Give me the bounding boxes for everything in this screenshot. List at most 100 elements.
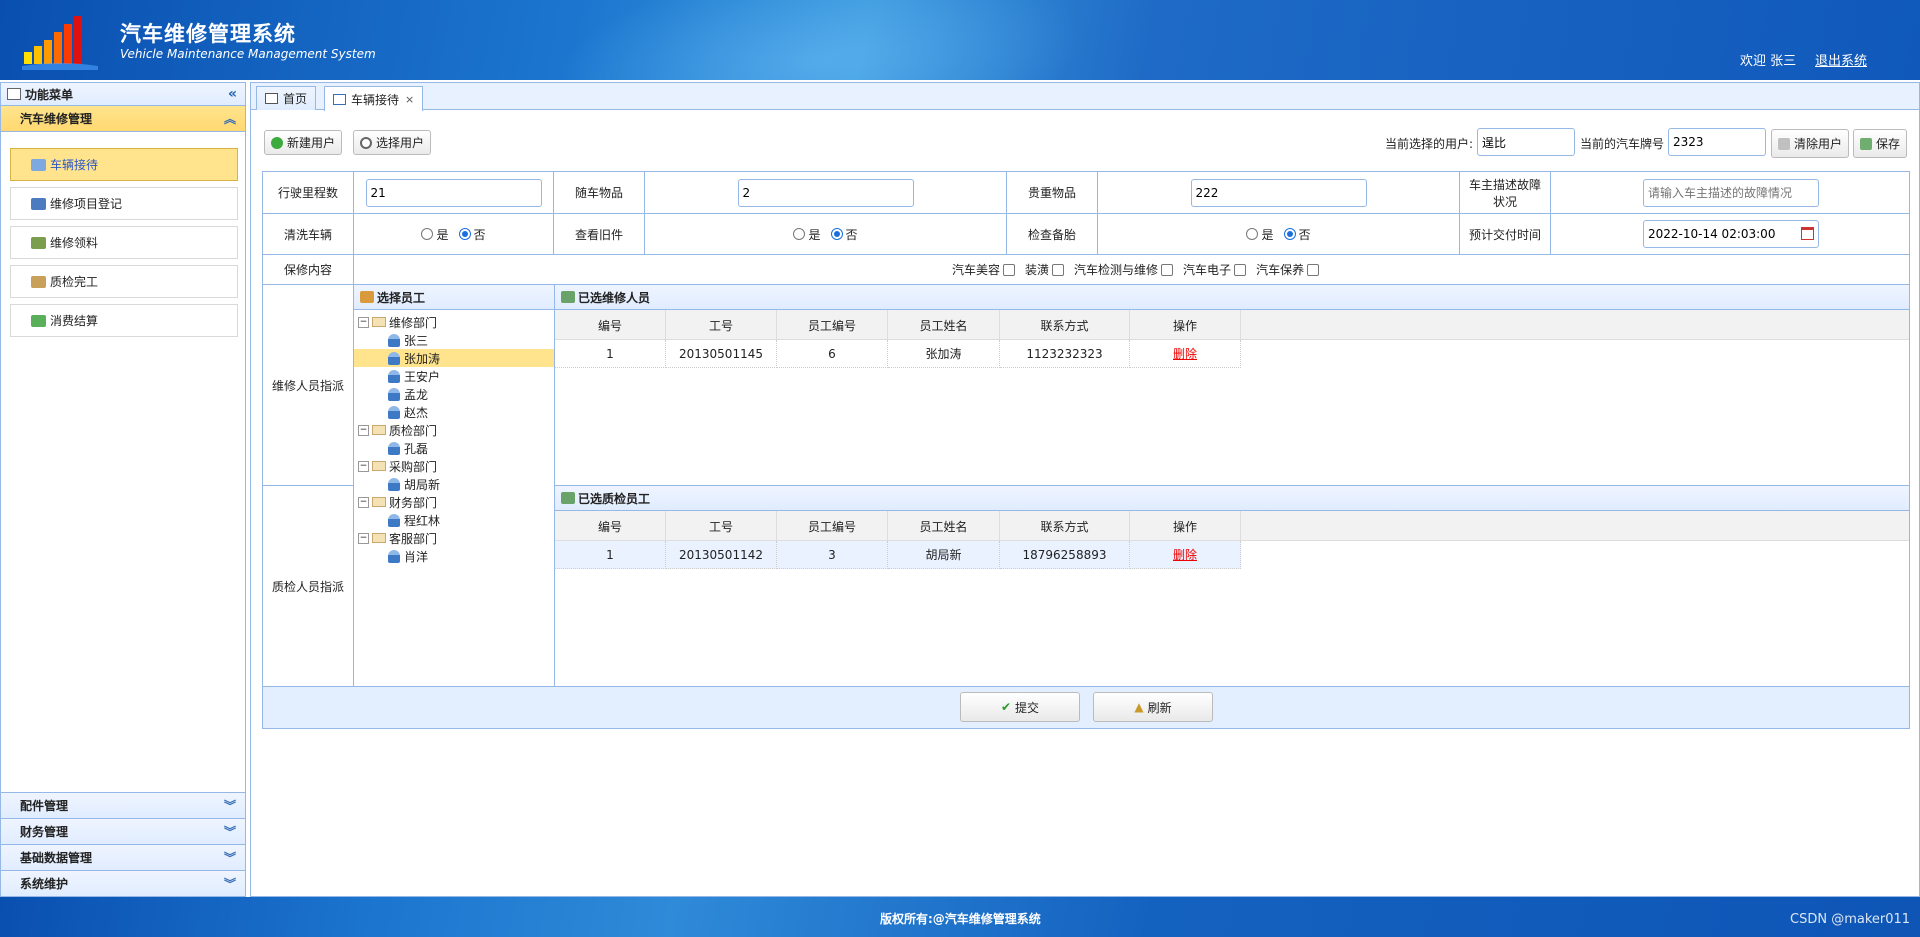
column-header[interactable]: 员工姓名 xyxy=(888,511,1000,541)
tree-title: 选择员工 xyxy=(377,290,426,305)
accordion-finance-management[interactable]: 财务管理 ︾ xyxy=(1,818,245,844)
accordion-parts-management[interactable]: 配件管理 ︾ xyxy=(1,792,245,818)
accordion-base-data-management[interactable]: 基础数据管理 ︾ xyxy=(1,844,245,870)
column-header[interactable]: 工号 xyxy=(666,310,777,340)
tree-node-person[interactable]: 孔磊 xyxy=(354,439,554,457)
sidebar-item-repair-registration[interactable]: 维修项目登记 xyxy=(10,187,238,220)
service-decoration-checkbox[interactable] xyxy=(1052,263,1065,276)
tree-node-person[interactable]: 赵杰 xyxy=(354,403,554,421)
oldparts-yes-radio[interactable] xyxy=(793,228,806,240)
new-user-button[interactable]: 新建用户 xyxy=(264,130,343,155)
service-beauty-checkbox[interactable] xyxy=(1003,263,1016,276)
service-checkbox-group: 汽车美容 装潢 汽车检测与维修 汽车电子 汽车保养 xyxy=(354,255,1909,285)
tree-toggle-icon[interactable]: − xyxy=(358,496,369,508)
chevron-down-icon[interactable]: ︾ xyxy=(224,797,236,814)
delivery-input[interactable] xyxy=(1643,220,1819,248)
repair-staff-panel: 已选维修人员 编号 工号 员工编号 员工姓名 联系方式 操作 1 2013050… xyxy=(555,285,1909,486)
spare-yes-radio[interactable] xyxy=(1246,228,1259,240)
oldparts-no-radio[interactable] xyxy=(830,228,843,240)
tree-node-person[interactable]: 胡局新 xyxy=(354,475,554,493)
chevron-down-icon[interactable]: ︾ xyxy=(224,875,236,892)
person-icon xyxy=(388,333,400,347)
tree-toggle-icon[interactable]: − xyxy=(358,424,369,436)
tree-node-person[interactable]: 孟龙 xyxy=(354,385,554,403)
refresh-icon: ▲ xyxy=(1134,700,1144,714)
current-plate-field[interactable] xyxy=(1668,128,1766,156)
radio-label: 否 xyxy=(845,227,858,242)
table-row[interactable]: 1 20130501145 6 张加涛 1123232323 删除 xyxy=(555,340,1241,368)
close-tab-icon[interactable]: × xyxy=(405,93,414,106)
tree-node-person[interactable]: 肖洋 xyxy=(354,547,554,565)
header-glow xyxy=(502,0,1138,80)
tree-node-dept[interactable]: − 质检部门 xyxy=(354,421,554,439)
fault-input[interactable] xyxy=(1643,178,1819,207)
column-header[interactable]: 工号 xyxy=(666,511,777,541)
person-icon xyxy=(388,441,400,455)
tree-node-label: 客服部门 xyxy=(389,531,438,546)
chevron-down-icon[interactable]: ︾ xyxy=(224,849,236,866)
column-header[interactable]: 员工编号 xyxy=(777,511,888,541)
tree-node-person[interactable]: 王安户 xyxy=(354,367,554,385)
tree-node-dept[interactable]: − 财务部门 xyxy=(354,493,554,511)
delete-link[interactable]: 删除 xyxy=(1173,546,1197,563)
accordion-system-maintenance[interactable]: 系统维护 ︾ xyxy=(1,870,245,896)
delete-link[interactable]: 删除 xyxy=(1173,345,1197,362)
car-icon xyxy=(31,197,46,210)
tree-node-dept[interactable]: − 客服部门 xyxy=(354,529,554,547)
column-header[interactable]: 联系方式 xyxy=(1000,310,1130,340)
column-header[interactable]: 员工姓名 xyxy=(888,310,1000,340)
service-maintenance-checkbox[interactable] xyxy=(1307,263,1320,276)
current-user-field[interactable] xyxy=(1477,128,1575,156)
tab-home[interactable]: 首页 xyxy=(256,86,317,110)
column-header[interactable]: 编号 xyxy=(555,511,666,541)
tree-node-dept[interactable]: − 维修部门 xyxy=(354,313,554,331)
tree-node-person[interactable]: 程红林 xyxy=(354,511,554,529)
tree-toggle-icon[interactable]: − xyxy=(358,532,369,544)
clean-yes-radio[interactable] xyxy=(421,228,434,240)
column-header[interactable]: 操作 xyxy=(1130,310,1241,340)
chevron-down-icon[interactable]: ︾ xyxy=(224,823,236,840)
calendar-icon[interactable] xyxy=(1801,227,1814,240)
tree-node-person[interactable]: 张三 xyxy=(354,331,554,349)
refresh-button[interactable]: ▲ 刷新 xyxy=(1093,692,1213,722)
sidebar-item-quality-inspection[interactable]: 质检完工 xyxy=(10,265,238,298)
sidebar-item-settlement[interactable]: 消费结算 xyxy=(10,304,238,337)
service-repair-label: 汽车检测与维修 xyxy=(1074,263,1159,277)
service-repair-checkbox[interactable] xyxy=(1161,263,1174,276)
clear-user-button[interactable]: 清除用户 xyxy=(1771,129,1850,158)
sidebar-item-vehicle-reception[interactable]: 车辆接待 xyxy=(10,148,238,181)
repair-grid-columns: 编号 工号 员工编号 员工姓名 联系方式 操作 xyxy=(555,310,1909,340)
column-header[interactable]: 联系方式 xyxy=(1000,511,1130,541)
collapse-sidebar-icon[interactable]: « xyxy=(228,86,237,102)
tree-node-dept[interactable]: − 采购部门 xyxy=(354,457,554,475)
select-user-button[interactable]: 选择用户 xyxy=(353,130,432,155)
service-electronics-checkbox[interactable] xyxy=(1234,263,1247,276)
spare-label: 检查备胎 xyxy=(1007,214,1098,255)
submit-button[interactable]: ✔ 提交 xyxy=(960,692,1080,722)
delivery-datetime[interactable] xyxy=(1643,220,1819,248)
tree-toggle-icon[interactable]: − xyxy=(358,316,369,328)
sidebar-item-repair-materials[interactable]: 维修领料 xyxy=(10,226,238,259)
logout-link[interactable]: 退出系统 xyxy=(1815,50,1867,69)
service-beauty-label: 汽车美容 xyxy=(952,263,1001,277)
save-button[interactable]: 保存 xyxy=(1853,129,1908,158)
radio-label: 是 xyxy=(808,227,821,242)
items-input[interactable] xyxy=(737,178,914,207)
clean-no-radio[interactable] xyxy=(458,228,471,240)
table-row[interactable]: 1 20130501142 3 胡局新 18796258893 删除 xyxy=(555,541,1241,569)
spare-no-radio[interactable] xyxy=(1283,228,1296,240)
sidebar-header: 功能菜单 « xyxy=(1,83,245,106)
tree-node-person[interactable]: 张加涛 xyxy=(354,349,554,367)
button-label: 清除用户 xyxy=(1794,137,1843,151)
tree-toggle-icon[interactable]: − xyxy=(358,460,369,472)
column-header[interactable]: 员工编号 xyxy=(777,310,888,340)
accordion-repair-management[interactable]: 汽车维修管理 ︽ xyxy=(1,106,245,132)
column-header[interactable]: 操作 xyxy=(1130,511,1241,541)
tab-vehicle-reception[interactable]: 车辆接待 × xyxy=(324,86,424,111)
valuables-input[interactable] xyxy=(1190,178,1367,207)
chevron-up-icon[interactable]: ︽ xyxy=(224,110,236,127)
column-header[interactable]: 编号 xyxy=(555,310,666,340)
accordion-title: 财务管理 xyxy=(20,825,69,839)
app-title: 汽车维修管理系统 xyxy=(120,22,296,46)
mileage-input[interactable] xyxy=(365,178,542,207)
